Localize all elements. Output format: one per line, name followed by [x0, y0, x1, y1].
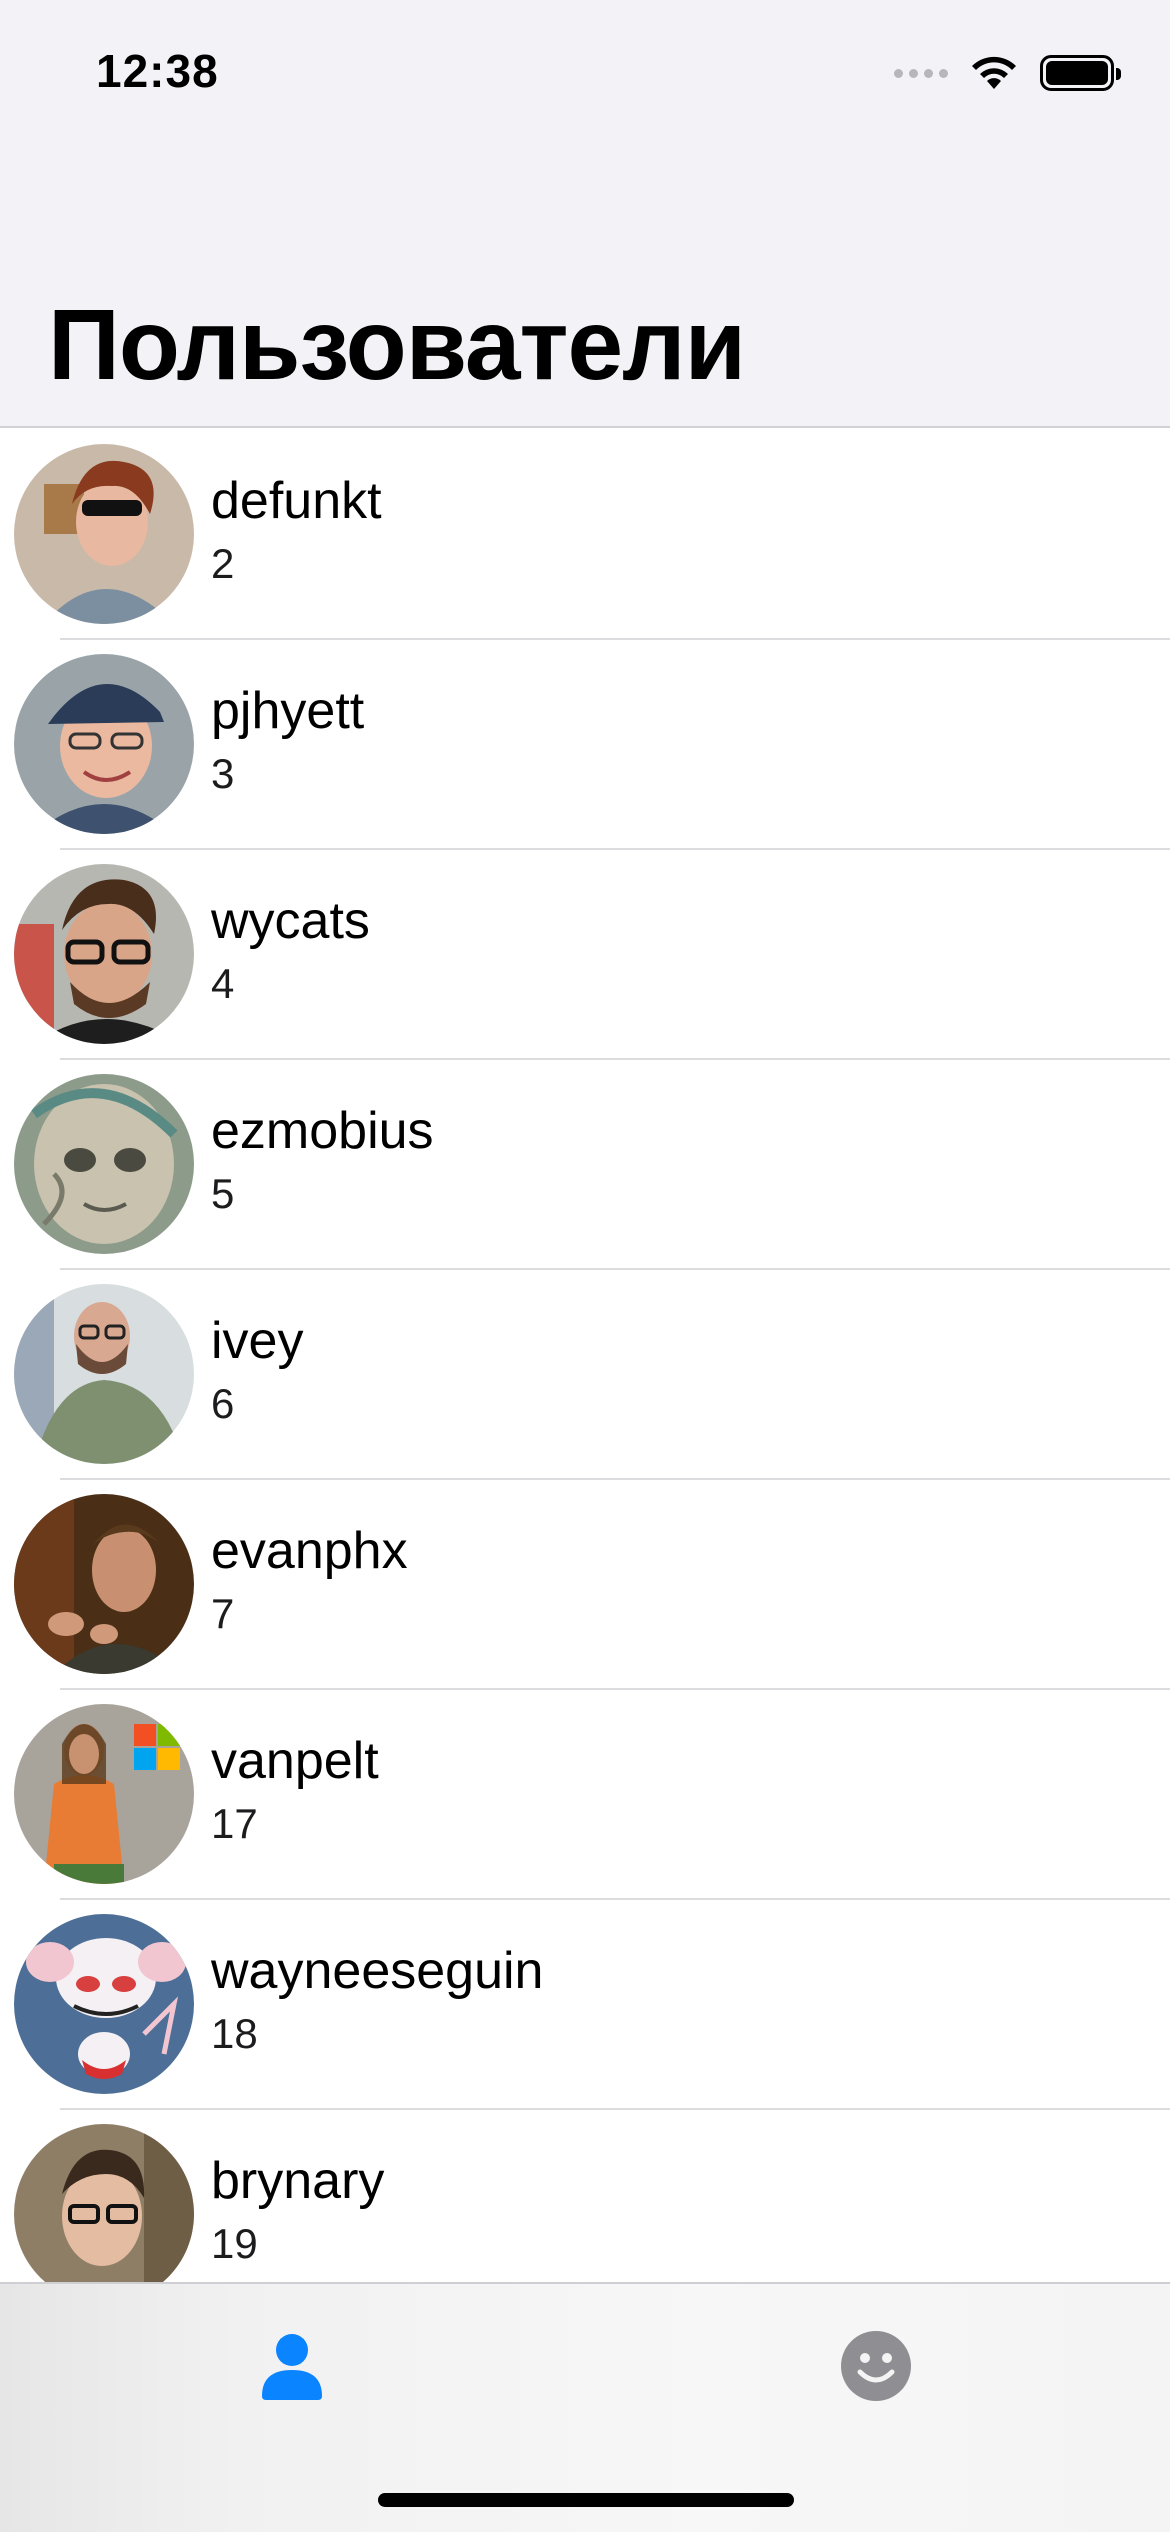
user-avatar	[14, 864, 194, 1044]
cellular-signal-icon	[894, 68, 948, 78]
user-row[interactable]: ivey 6	[0, 1270, 1170, 1480]
user-avatar	[14, 1704, 194, 1884]
user-id: 18	[211, 2010, 258, 2057]
user-login: wycats	[211, 892, 370, 950]
user-login: ezmobius	[211, 1102, 434, 1160]
user-avatar	[14, 1914, 194, 2094]
user-row[interactable]: evanphx 7	[0, 1480, 1170, 1690]
navigation-header: 12:38 Пользователи	[0, 0, 1170, 428]
user-id: 19	[211, 2220, 258, 2267]
user-id: 5	[211, 1170, 235, 1217]
page-title: Пользователи	[48, 289, 746, 401]
user-login: pjhyett	[211, 682, 365, 740]
user-avatar	[14, 1074, 194, 1254]
battery-icon	[1040, 55, 1121, 91]
user-login: ivey	[211, 1312, 304, 1370]
wifi-icon	[968, 53, 1020, 93]
user-list[interactable]: defunkt 2 pjhyett 3 wycats 4 ezmobius 5 …	[0, 430, 1170, 2320]
user-login: defunkt	[211, 472, 382, 530]
user-id: 17	[211, 1800, 258, 1847]
user-login: vanpelt	[211, 1732, 379, 1790]
user-avatar	[14, 1494, 194, 1674]
user-id: 3	[211, 750, 235, 797]
screen: 12:38 Пользователи defunkt 2 pjhyett 3 w…	[0, 0, 1170, 2532]
status-indicators	[894, 50, 1121, 96]
user-id: 2	[211, 540, 235, 587]
tab-users[interactable]	[232, 2306, 352, 2426]
home-indicator[interactable]	[378, 2493, 794, 2507]
user-login: brynary	[211, 2152, 385, 2210]
user-row[interactable]: wycats 4	[0, 850, 1170, 1060]
user-avatar	[14, 654, 194, 834]
person-icon	[262, 2334, 322, 2400]
user-id: 6	[211, 1380, 235, 1427]
user-login: evanphx	[211, 1522, 408, 1580]
user-id: 7	[211, 1590, 235, 1637]
user-row[interactable]: pjhyett 3	[0, 640, 1170, 850]
user-avatar	[14, 2124, 194, 2304]
user-avatar	[14, 444, 194, 624]
user-row[interactable]: defunkt 2	[0, 430, 1170, 640]
tab-profile[interactable]	[816, 2306, 936, 2426]
user-row[interactable]: ezmobius 5	[0, 1060, 1170, 1270]
user-id: 4	[211, 960, 235, 1007]
smiley-face-icon	[841, 2331, 911, 2401]
user-login: wayneeseguin	[211, 1942, 544, 2000]
status-time: 12:38	[96, 45, 219, 97]
user-row[interactable]: vanpelt 17	[0, 1690, 1170, 1900]
user-row[interactable]: wayneeseguin 18	[0, 1900, 1170, 2110]
user-avatar	[14, 1284, 194, 1464]
